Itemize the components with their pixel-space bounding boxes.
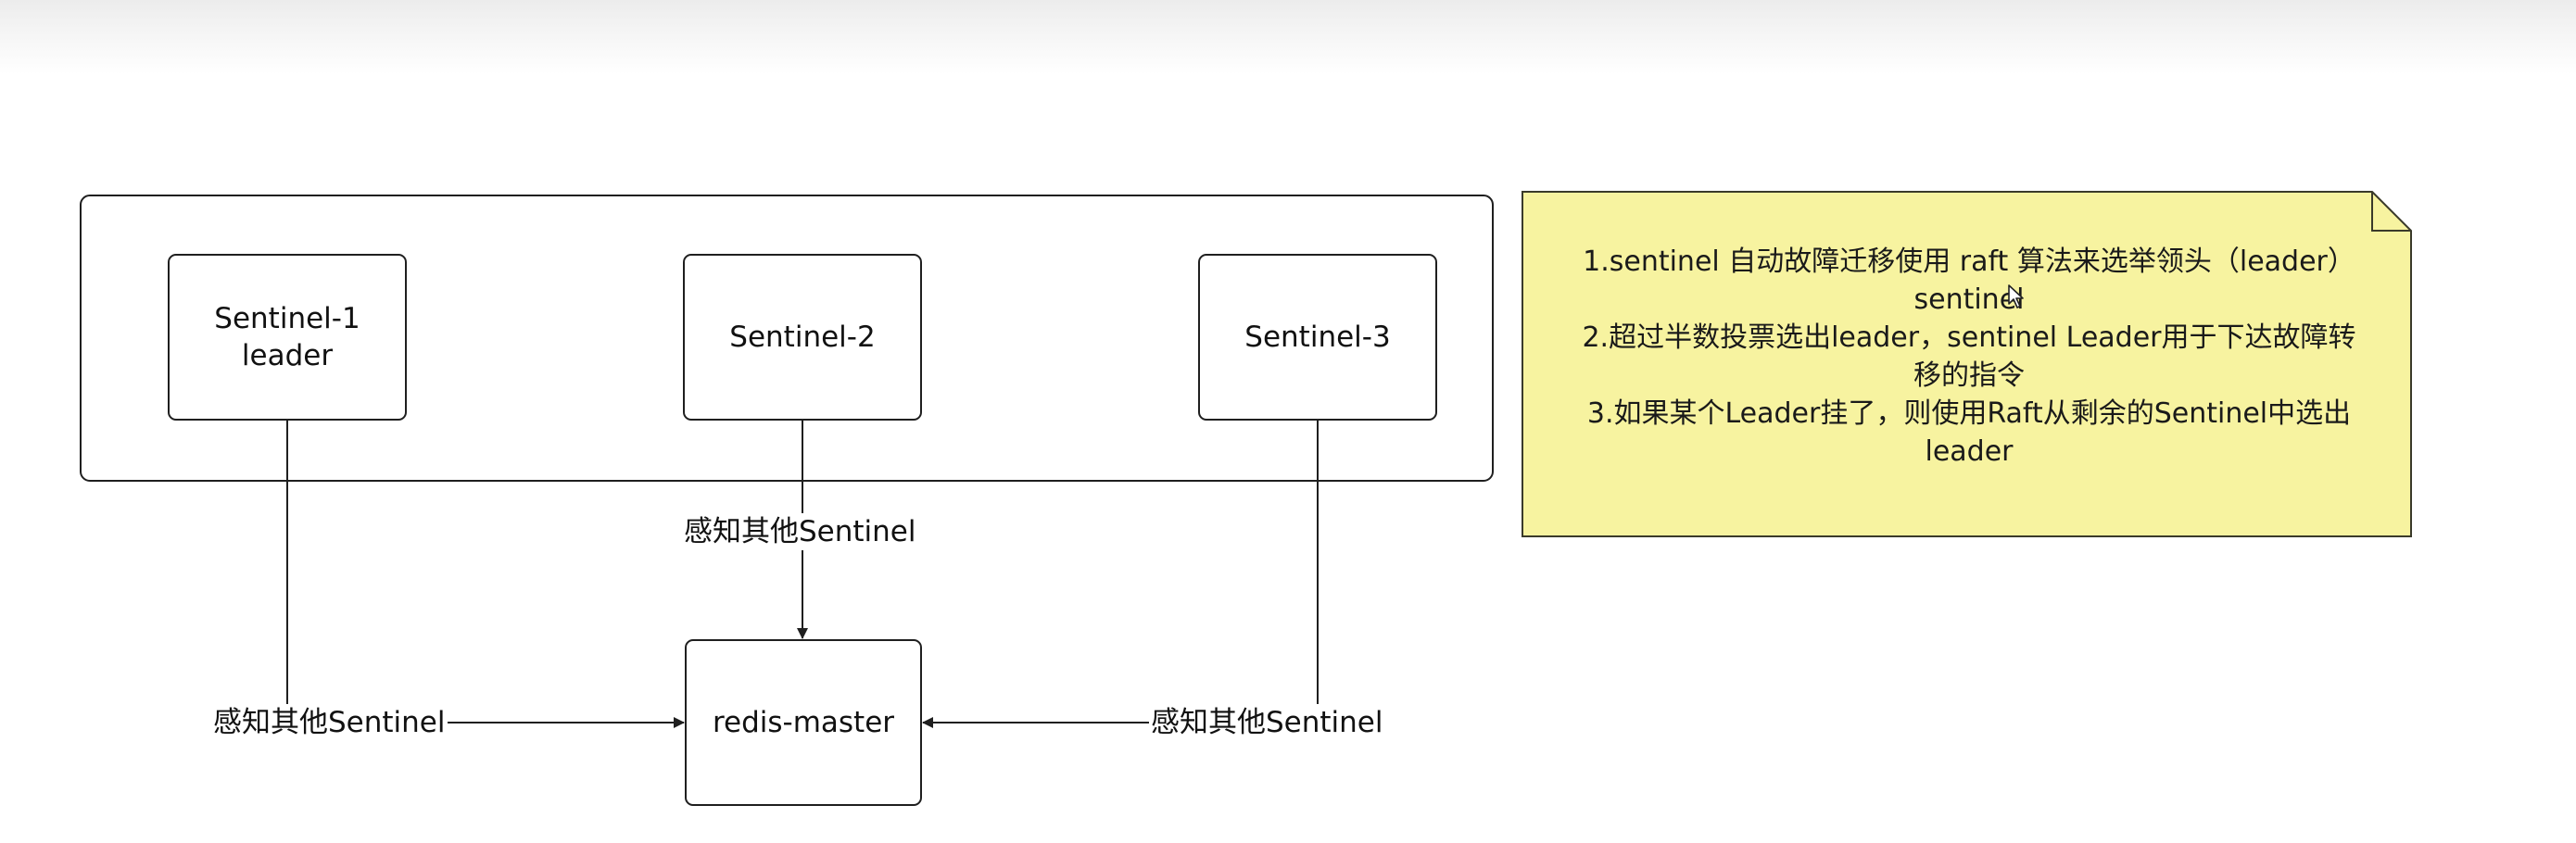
note-line-1: 1.sentinel 自动故障迁移使用 raft 算法来选举领头（leader）	[1583, 245, 2355, 278]
note-line-6: leader	[1925, 435, 2014, 468]
diagram-canvas: Sentinel-1 leader Sentinel-2 Sentinel-3 …	[0, 0, 2576, 843]
redis-master-label: redis-master	[712, 706, 895, 739]
mouse-pointer-icon	[2007, 283, 2026, 313]
note-line-3: 2.超过半数投票选出leader，sentinel Leader用于下达故障转	[1582, 321, 2356, 354]
note-text: 1.sentinel 自动故障迁移使用 raft 算法来选举领头（leader）…	[1534, 243, 2405, 471]
edge-sentinel1-to-master	[286, 420, 685, 728]
note-line-5: 3.如果某个Leader挂了，则使用Raft从剩余的Sentinel中选出	[1586, 397, 2352, 430]
edge-label-left: 感知其他Sentinel	[211, 704, 448, 741]
edge-label-right: 感知其他Sentinel	[1149, 704, 1385, 741]
sentinel-2-label: Sentinel-2	[729, 321, 876, 354]
note-line-4: 移的指令	[1913, 359, 2025, 392]
edge-sentinel3-to-master	[922, 420, 1319, 728]
sentinel-1-label: Sentinel-1 leader	[214, 302, 360, 372]
sentinel-3-label: Sentinel-3	[1244, 321, 1391, 354]
edge-label-middle: 感知其他Sentinel	[682, 513, 918, 550]
note-line-2: sentinel	[1913, 283, 2025, 316]
